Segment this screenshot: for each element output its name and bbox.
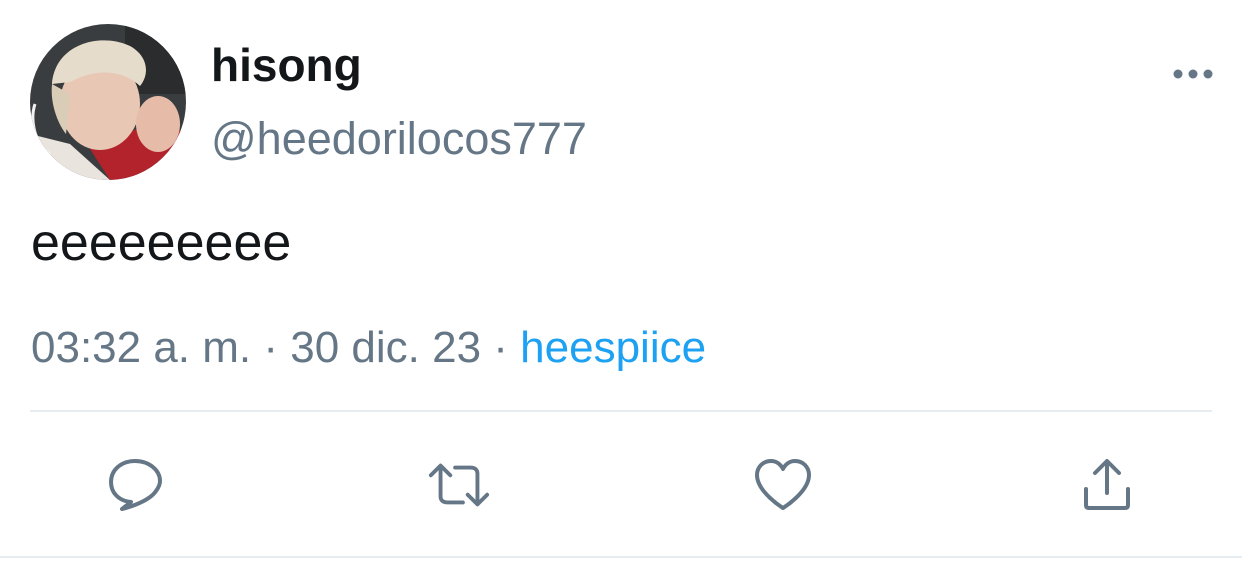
meta-separator: · [251,323,291,372]
speech-bubble-icon [109,459,162,511]
reply-button[interactable] [102,452,168,518]
retweet-button[interactable] [426,452,492,518]
tweet-text: eeeeeeeee [31,214,292,272]
divider [30,410,1212,412]
more-options-button[interactable] [1166,56,1220,92]
meta-separator: · [481,323,521,372]
avatar[interactable] [30,24,186,180]
retweet-arrows-icon [428,463,490,507]
share-upload-icon [1084,459,1130,510]
tweet-source-link[interactable]: heespiice [520,323,706,372]
display-name[interactable]: hisong [211,38,362,92]
avatar-photo [30,24,186,180]
tweet-time: 03:32 a. m. [31,323,252,372]
tweet-metadata: 03:32 a. m. · 30 dic. 23 · heespiice [31,320,706,376]
like-button[interactable] [750,452,816,518]
user-handle[interactable]: @heedorilocos777 [211,112,587,166]
tweet-date[interactable]: 30 dic. 23 [290,323,481,372]
heart-icon [755,459,811,510]
share-button[interactable] [1074,452,1140,518]
more-options-icon [1173,69,1213,79]
divider [0,556,1242,558]
